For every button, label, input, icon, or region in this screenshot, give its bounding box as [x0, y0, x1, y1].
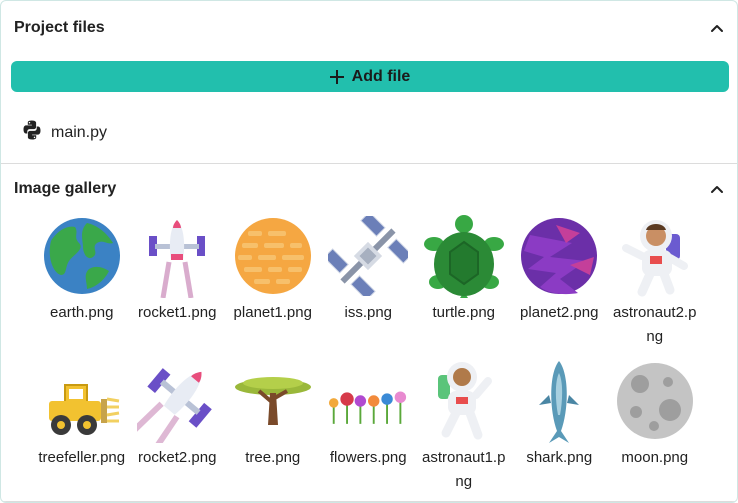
- gallery-item-label: rocket2.png: [138, 449, 217, 466]
- gallery-item-label: shark.png: [526, 449, 593, 466]
- gallery-item-astronaut2[interactable]: astronaut2.png: [607, 214, 703, 349]
- treefeller-image: [42, 359, 122, 443]
- image-gallery-title: Image gallery: [14, 180, 117, 197]
- python-icon: [21, 119, 43, 146]
- gallery-item-rocket2[interactable]: rocket2.png: [130, 359, 226, 494]
- astronaut1-image: [424, 359, 504, 443]
- gallery-item-label: earth.png: [50, 304, 114, 321]
- gallery-item-turtle[interactable]: turtle.png: [416, 214, 512, 349]
- gallery-item-label: flowers.png: [329, 449, 407, 466]
- gallery-item-shark[interactable]: shark.png: [512, 359, 608, 494]
- tree-image: [233, 359, 313, 443]
- image-gallery-header[interactable]: Image gallery: [1, 164, 737, 214]
- gallery-item-planet1[interactable]: planet1.png: [225, 214, 321, 349]
- image-gallery-grid: earth.png rocket1.png planet1.png iss.pn…: [34, 214, 714, 494]
- gallery-item-label: astronaut2.png: [613, 304, 697, 345]
- add-file-label: Add file: [351, 67, 411, 85]
- gallery-item-treefeller[interactable]: treefeller.png: [34, 359, 130, 494]
- gallery-item-astronaut1[interactable]: astronaut1.png: [416, 359, 512, 494]
- add-file-button[interactable]: Add file: [11, 61, 729, 92]
- turtle-image: [423, 214, 504, 298]
- gallery-item-rocket1[interactable]: rocket1.png: [130, 214, 226, 349]
- file-name: main.py: [51, 123, 108, 141]
- gallery-item-planet2[interactable]: planet2.png: [512, 214, 608, 349]
- astronaut2-image: [615, 214, 695, 298]
- gallery-item-label: rocket1.png: [138, 304, 217, 321]
- iss-image: [328, 214, 409, 298]
- gallery-item-earth[interactable]: earth.png: [34, 214, 130, 349]
- planet2-image: [519, 214, 599, 298]
- flowers-image: [328, 359, 408, 443]
- gallery-item-label: planet2.png: [520, 304, 599, 321]
- section-divider: [1, 501, 737, 502]
- chevron-up-icon[interactable]: [710, 21, 724, 35]
- gallery-item-label: turtle.png: [432, 304, 496, 321]
- gallery-item-label: astronaut1.png: [422, 449, 506, 490]
- sidebar-panel: Project files Add file main.py Image gal…: [0, 0, 738, 503]
- gallery-item-moon[interactable]: moon.png: [607, 359, 703, 494]
- earth-image: [42, 214, 122, 298]
- rocket2-image: [137, 359, 217, 443]
- chevron-up-icon[interactable]: [710, 182, 724, 196]
- plus-icon: [329, 69, 344, 84]
- gallery-item-label: treefeller.png: [38, 449, 126, 466]
- shark-image: [519, 359, 599, 443]
- gallery-item-label: iss.png: [344, 304, 393, 321]
- planet1-image: [233, 214, 313, 298]
- gallery-item-label: tree.png: [245, 449, 301, 466]
- gallery-item-iss[interactable]: iss.png: [321, 214, 417, 349]
- gallery-item-label: planet1.png: [233, 304, 312, 321]
- moon-image: [615, 359, 695, 443]
- file-item-main-py[interactable]: main.py: [21, 119, 107, 146]
- project-files-header[interactable]: Project files: [1, 1, 737, 55]
- gallery-item-label: moon.png: [621, 449, 689, 466]
- rocket1-image: [137, 214, 217, 298]
- project-files-title: Project files: [14, 19, 105, 36]
- gallery-item-flowers[interactable]: flowers.png: [321, 359, 417, 494]
- gallery-item-tree[interactable]: tree.png: [225, 359, 321, 494]
